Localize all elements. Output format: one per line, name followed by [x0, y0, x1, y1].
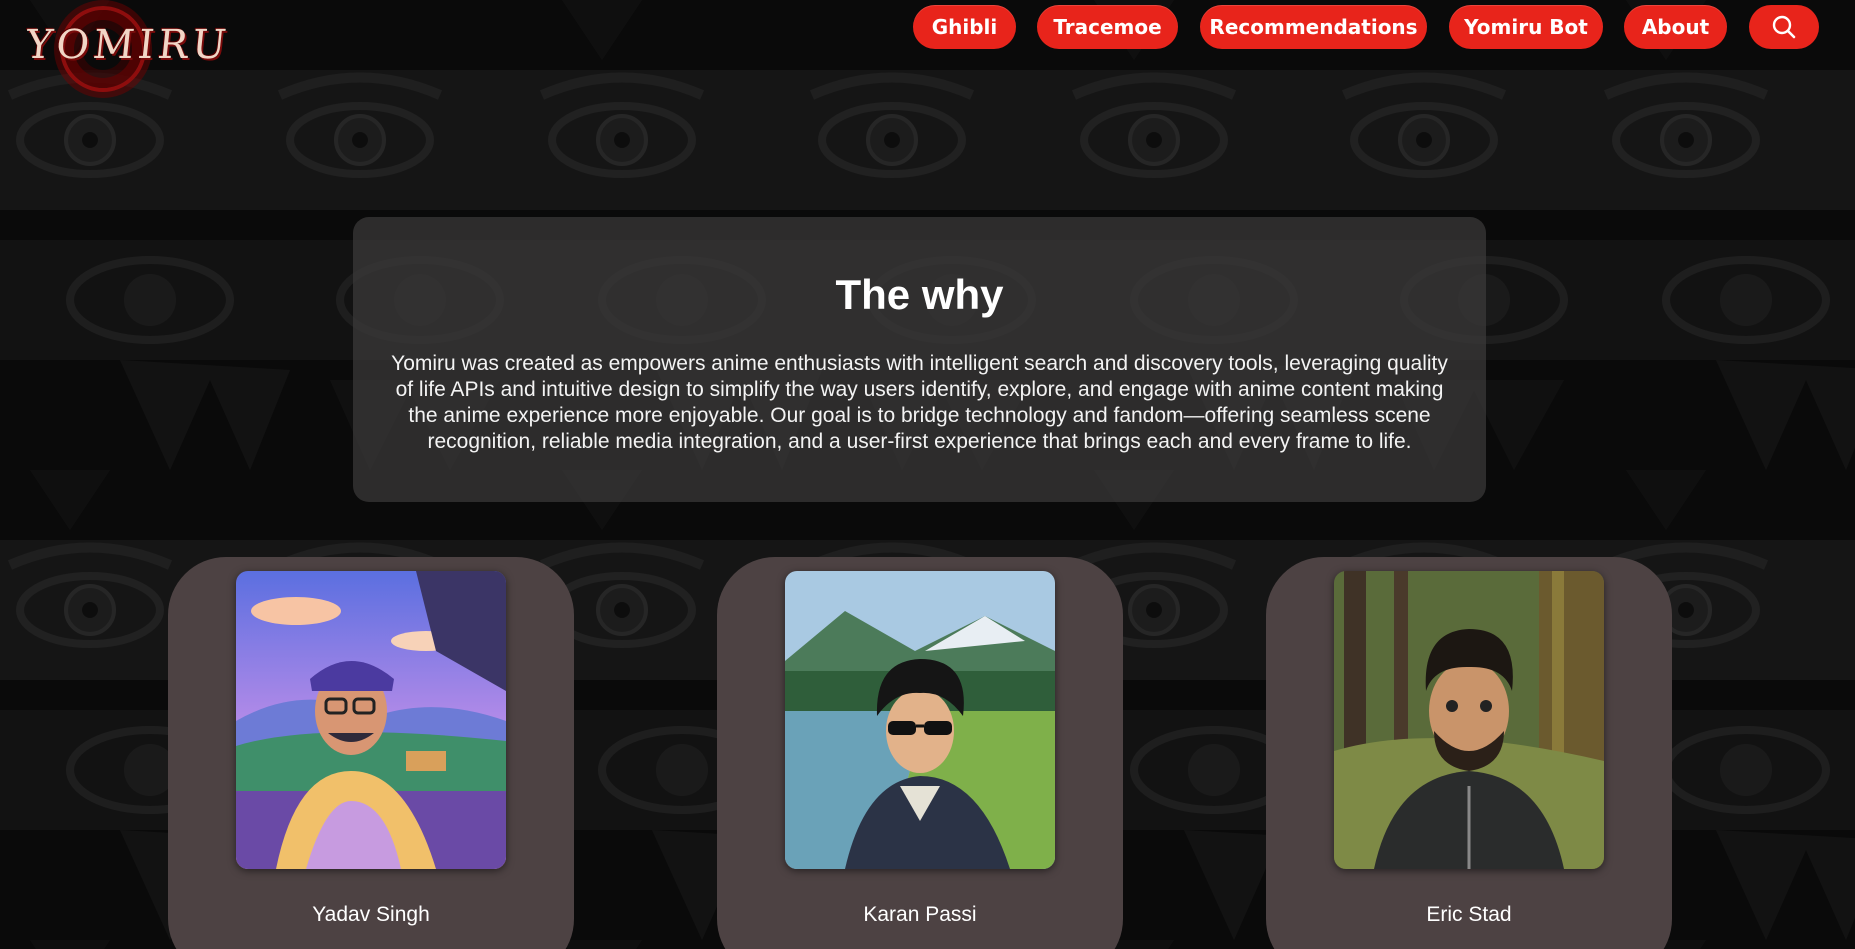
- member-name: Eric Stad: [1426, 903, 1512, 926]
- member-portrait: [785, 571, 1055, 869]
- team-card: Eric Stad: [1266, 557, 1672, 949]
- top-nav: Ghibli Tracemoe Recommendations Yomiru B…: [0, 5, 1855, 51]
- member-name: Yadav Singh: [312, 903, 430, 926]
- nav-tracemoe-button[interactable]: Tracemoe: [1037, 5, 1178, 49]
- nav-ghibli-button[interactable]: Ghibli: [913, 5, 1016, 49]
- member-portrait: [236, 571, 506, 869]
- search-button[interactable]: [1749, 5, 1819, 49]
- team-card: Karan Passi: [717, 557, 1123, 949]
- nav-yomiru-bot-button[interactable]: Yomiru Bot: [1449, 5, 1603, 49]
- search-icon: [1772, 15, 1796, 39]
- why-panel: The why Yomiru was created as empowers a…: [353, 217, 1486, 502]
- nav-recommendations-button[interactable]: Recommendations: [1200, 5, 1427, 49]
- why-description: Yomiru was created as empowers anime ent…: [391, 352, 1448, 453]
- why-title: The why: [835, 271, 1004, 318]
- member-name: Karan Passi: [863, 903, 977, 926]
- nav-about-button[interactable]: About: [1624, 5, 1727, 49]
- member-portrait: [1334, 571, 1604, 869]
- team-card: Yadav Singh: [168, 557, 574, 949]
